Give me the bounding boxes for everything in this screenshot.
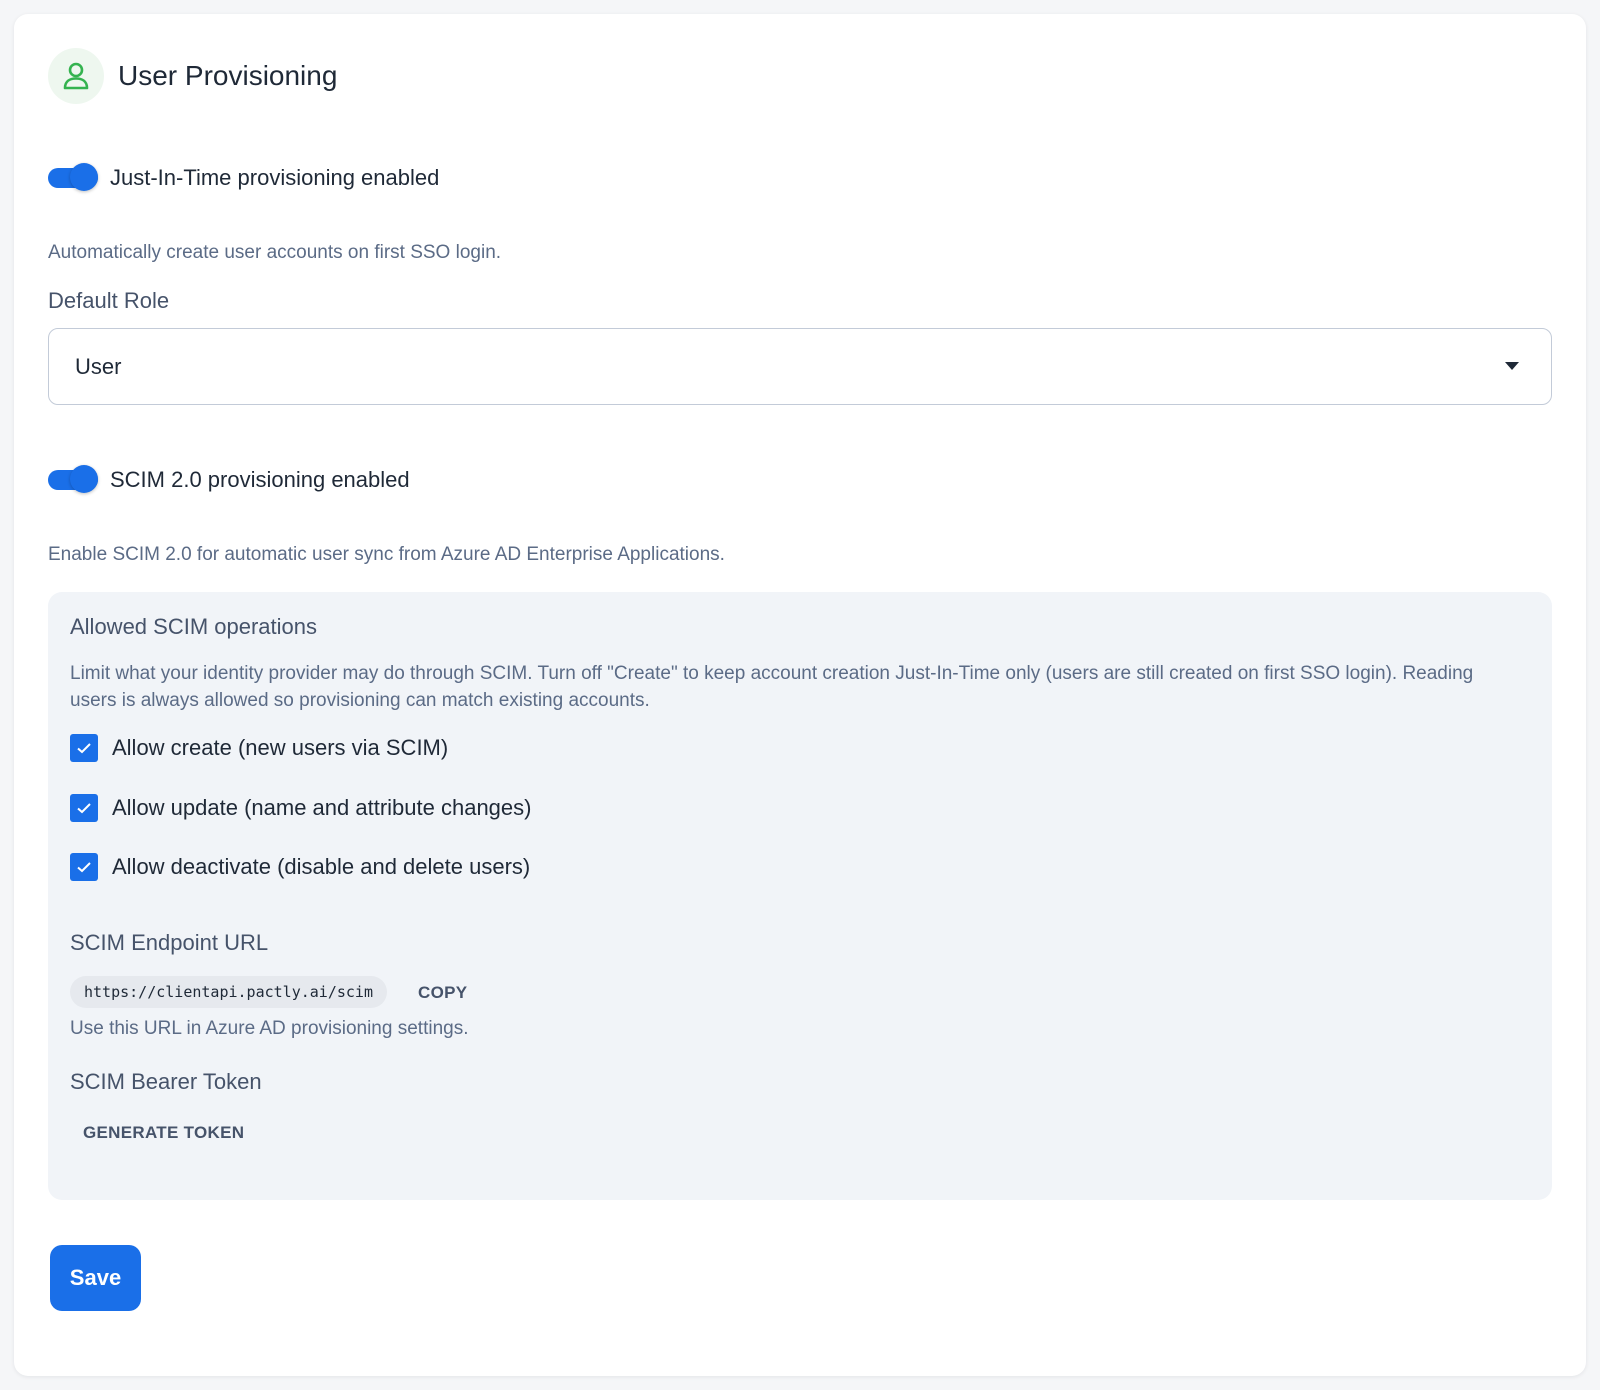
page-title: User Provisioning: [118, 60, 338, 91]
jit-helper-text: Automatically create user accounts on fi…: [48, 242, 502, 263]
jit-toggle[interactable]: [48, 163, 98, 193]
operations-title: Allowed SCIM operations: [70, 614, 318, 639]
scim-toggle-knob: [70, 465, 98, 493]
user-provisioning-card: User Provisioning Just-In-Time provision…: [14, 14, 1586, 1376]
copy-button[interactable]: COPY: [418, 983, 467, 1003]
allow-deactivate-checkbox[interactable]: [70, 853, 98, 881]
allow-deactivate-row: Allow deactivate (disable and delete use…: [70, 853, 530, 881]
scim-toggle[interactable]: [48, 465, 98, 495]
token-title: SCIM Bearer Token: [70, 1069, 262, 1094]
allow-update-row: Allow update (name and attribute changes…: [70, 794, 531, 822]
check-icon: [77, 743, 91, 754]
operations-description: Limit what your identity provider may do…: [70, 663, 1474, 711]
save-button[interactable]: Save: [50, 1245, 141, 1311]
jit-toggle-row: Just-In-Time provisioning enabled: [48, 163, 439, 193]
allow-create-row: Allow create (new users via SCIM): [70, 734, 448, 762]
generate-token-button[interactable]: GENERATE TOKEN: [83, 1123, 244, 1143]
endpoint-url: https://clientapi.pactly.ai/scim: [70, 976, 387, 1008]
scim-toggle-label: SCIM 2.0 provisioning enabled: [110, 467, 410, 492]
scim-operations-panel: Allowed SCIM operations Limit what your …: [48, 592, 1552, 1200]
allow-update-checkbox[interactable]: [70, 794, 98, 822]
endpoint-helper-text: Use this URL in Azure AD provisioning se…: [70, 1018, 469, 1039]
check-icon: [77, 803, 91, 814]
allow-create-checkbox[interactable]: [70, 734, 98, 762]
caret-down-icon: [1505, 362, 1519, 370]
jit-toggle-knob: [70, 163, 98, 191]
scim-toggle-row: SCIM 2.0 provisioning enabled: [48, 465, 410, 495]
jit-toggle-label: Just-In-Time provisioning enabled: [110, 165, 440, 190]
allow-create-label: Allow create (new users via SCIM): [112, 735, 449, 760]
card-header: User Provisioning: [48, 48, 337, 104]
allow-update-label: Allow update (name and attribute changes…: [112, 795, 532, 820]
allow-deactivate-label: Allow deactivate (disable and delete use…: [112, 854, 531, 879]
endpoint-title: SCIM Endpoint URL: [70, 930, 269, 955]
scim-helper-text: Enable SCIM 2.0 for automatic user sync …: [48, 544, 725, 565]
default-role-value: User: [75, 353, 122, 379]
default-role-select[interactable]: User: [48, 328, 1552, 405]
user-icon: [48, 48, 104, 104]
check-icon: [77, 862, 91, 873]
default-role-label: Default Role: [48, 288, 170, 313]
